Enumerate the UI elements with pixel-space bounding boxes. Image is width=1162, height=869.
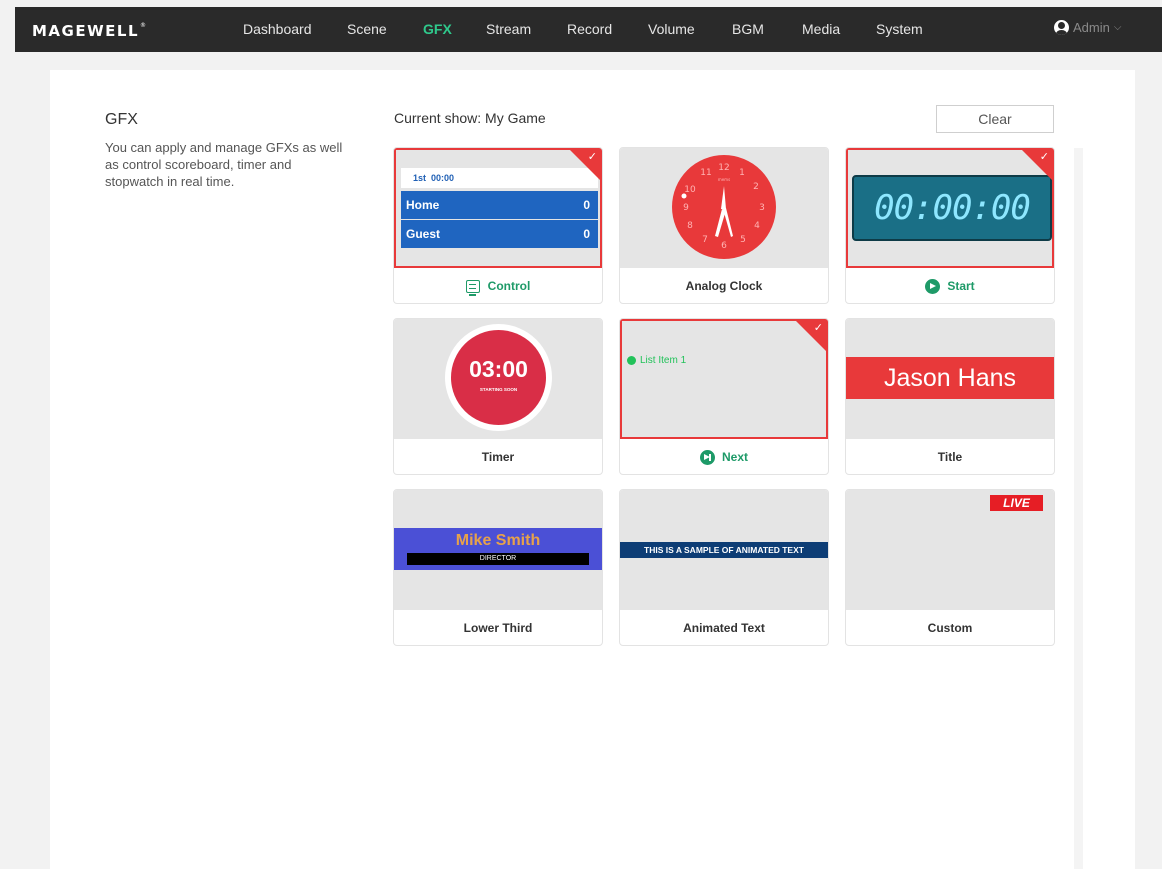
lower-third-preview: Mike Smith DIRECTOR [394, 490, 602, 610]
svg-text:mems: mems [718, 177, 730, 182]
nav-system[interactable]: System [876, 21, 923, 37]
gfx-card-title[interactable]: Jason Hans Title [845, 318, 1055, 475]
gfx-card-list[interactable]: List Item 1 ✓ Next [619, 318, 829, 475]
svg-text:3: 3 [759, 203, 765, 213]
page-description: You can apply and manage GFXs as well as… [105, 140, 343, 189]
nav-scene[interactable]: Scene [347, 21, 387, 37]
gfx-card-animated-text[interactable]: THIS IS A SAMPLE OF ANIMATED TEXT Animat… [619, 489, 829, 646]
lower-third-label: Lower Third [463, 621, 533, 635]
user-menu[interactable]: Admin ⌵ [1054, 20, 1121, 35]
title-preview: Jason Hans [846, 319, 1054, 439]
play-icon [925, 278, 941, 294]
analog-clock-preview: 12 1 2 3 4 5 6 7 8 9 10 11 mems [620, 148, 828, 268]
control-button[interactable]: Control [394, 268, 602, 303]
svg-text:8: 8 [687, 221, 693, 231]
svg-text:10: 10 [684, 185, 696, 195]
svg-text:6: 6 [721, 241, 727, 251]
stopwatch-display: 00:00:00 [852, 175, 1052, 241]
analog-clock-icon: 12 1 2 3 4 5 6 7 8 9 10 11 mems [672, 155, 776, 259]
list-bullet-icon [627, 356, 636, 365]
scoreboard-period: 1st 00:00 [401, 168, 598, 188]
svg-text:7: 7 [702, 235, 708, 245]
gfx-card-stopwatch[interactable]: 00:00:00 ✓ Start [845, 147, 1055, 304]
gfx-card-scoreboard[interactable]: 1st 00:00 Home 0 Guest 0 ✓ Control [393, 147, 603, 304]
timer-face: 03:00 STARTING SOON [451, 330, 546, 425]
timer-preview: 03:00 STARTING SOON [394, 319, 602, 439]
chevron-down-icon: ⌵ [1113, 22, 1122, 33]
check-icon: ✓ [1039, 151, 1049, 163]
title-label: Title [937, 450, 963, 464]
gfx-card-lower-third[interactable]: Mike Smith DIRECTOR Lower Third [393, 489, 603, 646]
live-badge: LIVE [990, 495, 1043, 511]
next-button[interactable]: Next [620, 439, 828, 474]
control-icon [465, 279, 480, 296]
nav-media[interactable]: Media [802, 21, 840, 37]
nav-record[interactable]: Record [567, 21, 612, 37]
check-icon: ✓ [813, 322, 823, 334]
svg-text:2: 2 [753, 182, 759, 192]
list-item: List Item 1 [640, 355, 687, 366]
stopwatch-preview: 00:00:00 ✓ [846, 148, 1054, 268]
gfx-card-custom[interactable]: LIVE Custom [845, 489, 1055, 646]
next-icon [699, 449, 715, 465]
gfx-card-analog-clock[interactable]: 12 1 2 3 4 5 6 7 8 9 10 11 mems Analog C… [619, 147, 829, 304]
animated-text-preview: THIS IS A SAMPLE OF ANIMATED TEXT [620, 490, 828, 610]
timer-label: Timer [481, 450, 515, 464]
nav-bgm[interactable]: BGM [732, 21, 764, 37]
animated-text-label: Animated Text [683, 621, 765, 635]
custom-label: Custom [927, 621, 973, 635]
gfx-card-timer[interactable]: 03:00 STARTING SOON Timer [393, 318, 603, 475]
scrollbar-track[interactable] [1074, 148, 1083, 869]
user-icon [1054, 20, 1069, 35]
svg-text:5: 5 [740, 235, 746, 245]
nav-volume[interactable]: Volume [648, 21, 695, 37]
animated-text-banner: THIS IS A SAMPLE OF ANIMATED TEXT [620, 542, 828, 558]
title-text: Jason Hans [846, 357, 1054, 399]
scoreboard-home-row: Home 0 [401, 191, 598, 219]
user-name: Admin [1073, 20, 1110, 35]
scoreboard-guest-row: Guest 0 [401, 220, 598, 248]
nav-dashboard[interactable]: Dashboard [243, 21, 312, 37]
nav-stream[interactable]: Stream [486, 21, 531, 37]
clear-button[interactable]: Clear [936, 105, 1054, 133]
svg-text:11: 11 [700, 168, 711, 178]
svg-text:9: 9 [683, 203, 689, 213]
lower-third-name: Mike Smith [455, 532, 541, 549]
nav-gfx[interactable]: GFX [423, 21, 452, 37]
check-icon: ✓ [587, 151, 597, 163]
page-title: GFX [105, 111, 138, 128]
top-nav-bar: MAGEWELL® Dashboard Scene GFX Stream Rec… [15, 7, 1162, 52]
list-preview: List Item 1 ✓ [620, 319, 828, 439]
svg-text:1: 1 [739, 168, 745, 178]
svg-text:12: 12 [718, 163, 729, 173]
scoreboard-preview: 1st 00:00 Home 0 Guest 0 ✓ [394, 148, 602, 268]
custom-preview: LIVE [846, 490, 1054, 610]
current-show-label: Current show: My Game [394, 110, 546, 126]
magewell-logo[interactable]: MAGEWELL® [32, 22, 148, 40]
analog-clock-label: Analog Clock [685, 279, 763, 293]
svg-text:4: 4 [754, 221, 760, 231]
start-button[interactable]: Start [846, 268, 1054, 303]
lower-third-role: DIRECTOR [407, 553, 589, 565]
